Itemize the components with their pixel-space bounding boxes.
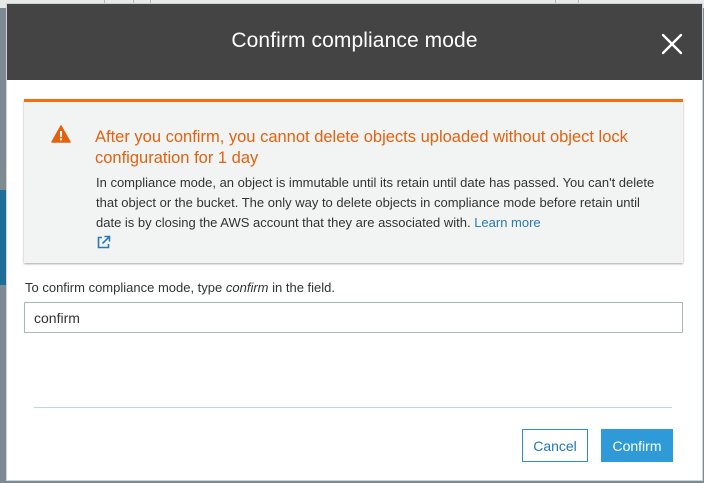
external-link-icon[interactable] <box>96 235 111 250</box>
warning-icon <box>51 125 71 143</box>
confirm-button[interactable]: Confirm <box>601 429 673 462</box>
label-prefix: To confirm compliance mode, type <box>25 280 223 295</box>
confirm-field-label: To confirm compliance mode, type confirm… <box>25 280 335 295</box>
footer-divider <box>34 407 672 408</box>
confirm-compliance-modal: Confirm compliance mode After you confir… <box>6 3 703 481</box>
alert-heading: After you confirm, you cannot delete obj… <box>95 128 628 167</box>
confirm-input[interactable] <box>24 302 683 333</box>
cancel-button[interactable]: Cancel <box>522 429 588 462</box>
learn-more-link[interactable]: Learn more <box>474 215 540 230</box>
alert-body-text: In compliance mode, an object is immutab… <box>96 175 655 230</box>
modal-title: Confirm compliance mode <box>231 29 478 52</box>
modal-header: Confirm compliance mode <box>7 4 702 80</box>
close-button[interactable] <box>658 30 686 58</box>
alert-body: In compliance mode, an object is immutab… <box>96 173 666 250</box>
warning-alert: After you confirm, you cannot delete obj… <box>24 99 683 263</box>
label-suffix: in the field. <box>272 280 336 295</box>
label-keyword: confirm <box>225 280 269 295</box>
close-icon <box>661 33 683 55</box>
